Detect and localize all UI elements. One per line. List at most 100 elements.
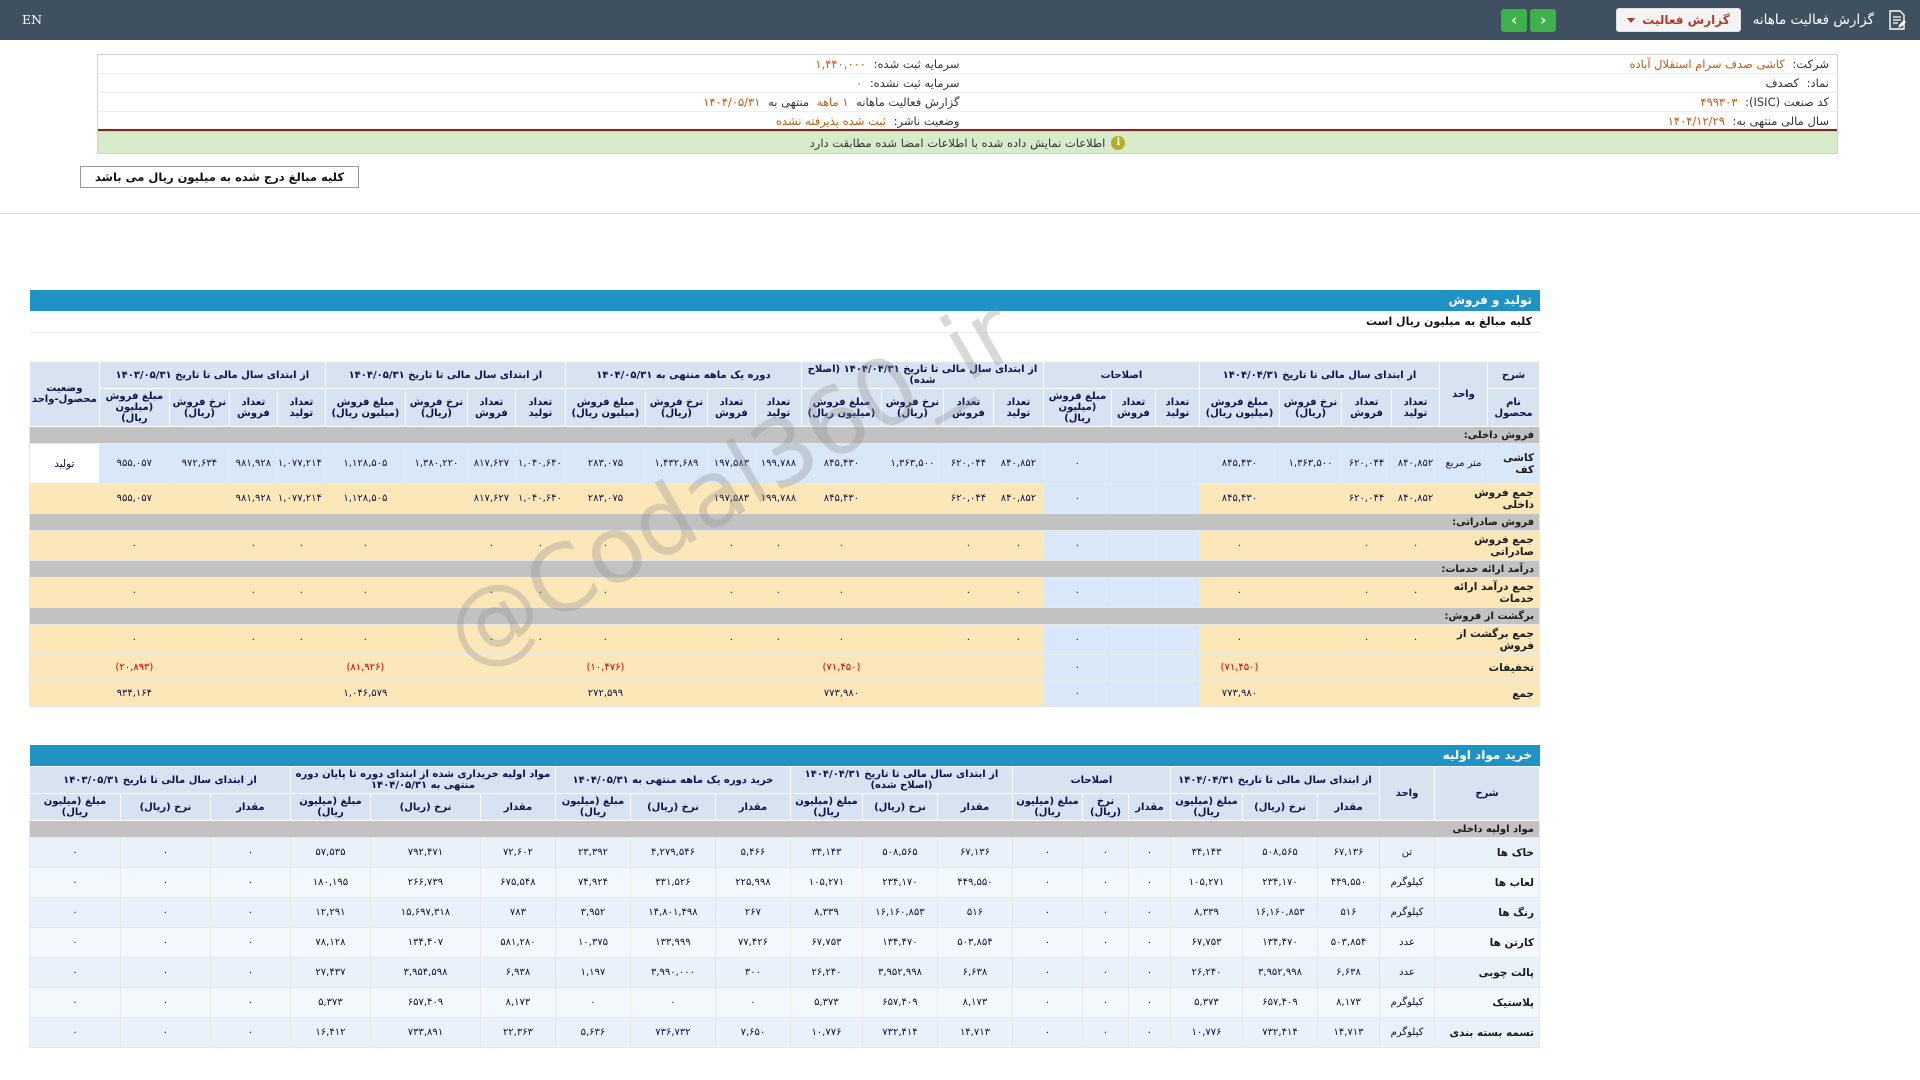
cell: ۰ bbox=[210, 928, 290, 958]
row-unit: کیلوگرم bbox=[1380, 1018, 1435, 1048]
cell bbox=[1111, 655, 1155, 681]
cell: ۰ bbox=[1128, 928, 1170, 958]
cell: ۳,۹۵۲,۹۹۸ bbox=[1243, 958, 1318, 988]
cell: ۰ bbox=[210, 868, 290, 898]
topbar: گزارش فعالیت ماهانه گزارش فعالیت ‹ › EN bbox=[0, 0, 1920, 40]
cell: ۰ bbox=[1128, 958, 1170, 988]
cell bbox=[1280, 625, 1342, 655]
cell bbox=[277, 681, 325, 707]
cell bbox=[943, 655, 993, 681]
cell bbox=[405, 681, 467, 707]
status-cell bbox=[29, 655, 99, 681]
fiscal-year-value: ۱۴۰۴/۱۲/۲۹ bbox=[1668, 114, 1725, 128]
cell bbox=[1280, 578, 1342, 608]
cell: ۰ bbox=[1392, 625, 1440, 655]
amounts-note: کلیه مبالغ درج شده به میلیون ریال می باش… bbox=[80, 166, 359, 188]
cell: ۱۲,۲۹۱ bbox=[290, 898, 370, 928]
header-row: نام محصولتعداد تولیدتعداد فروشنرخ فروش (… bbox=[29, 389, 1539, 427]
cell bbox=[1155, 578, 1199, 608]
cell bbox=[881, 531, 943, 561]
cell: ۰ bbox=[120, 958, 210, 988]
cell: ۸۴۰,۸۵۲ bbox=[993, 444, 1043, 484]
section-row: مواد اولیه داخلی bbox=[29, 821, 1539, 838]
cell: ۲۳,۳۹۲ bbox=[555, 838, 630, 868]
section-cell: برگشت از فروش: bbox=[29, 608, 1539, 625]
report-nav: ‹ › bbox=[1501, 9, 1556, 32]
cell: ۳,۹۹۰,۰۰۰ bbox=[630, 958, 715, 988]
cell bbox=[993, 655, 1043, 681]
column-group-header: از ابتدای سال مالی تا تاریخ ۱۴۰۴/۰۴/۳۱ bbox=[1199, 362, 1439, 389]
cell: ۰ bbox=[1128, 1018, 1170, 1048]
column-header: تعداد تولید bbox=[755, 389, 801, 427]
cell: ۳,۹۵۲,۹۹۸ bbox=[862, 958, 937, 988]
column-header: تعداد فروش bbox=[1342, 389, 1392, 427]
column-header: نرخ فروش (ریال) bbox=[881, 389, 943, 427]
column-header: تعداد تولید bbox=[993, 389, 1043, 427]
cell: ۰ bbox=[1043, 681, 1111, 707]
header-row: شرکت: کاشی صدف سرام استقلال آباده سرمایه… bbox=[98, 55, 1837, 74]
cell bbox=[1392, 655, 1440, 681]
prev-report-button[interactable]: › bbox=[1501, 9, 1527, 32]
cell bbox=[169, 625, 229, 655]
language-switch-link[interactable]: EN bbox=[22, 12, 42, 27]
signed-notice-text: اطلاعات نمایش داده شده با اطلاعات امضا ش… bbox=[810, 136, 1106, 150]
row-label: لعاب ها bbox=[1435, 868, 1540, 898]
cell: ۰ bbox=[1082, 868, 1128, 898]
table-row: رنگ هاکیلوگرم۵۱۶۱۶,۱۶۰,۸۵۳۸,۳۳۹۰۰۰۵۱۶۱۶,… bbox=[29, 898, 1539, 928]
cell: ۳۳۱,۵۲۶ bbox=[630, 868, 715, 898]
cell bbox=[645, 578, 707, 608]
cell bbox=[755, 655, 801, 681]
cell bbox=[645, 484, 707, 514]
cell bbox=[1111, 625, 1155, 655]
cell: ۰ bbox=[210, 1018, 290, 1048]
cell: ۶۵۷,۴۰۹ bbox=[1243, 988, 1318, 1018]
cell bbox=[1280, 655, 1342, 681]
cell: ۶۷,۱۳۶ bbox=[937, 838, 1012, 868]
cell: ۹۳۴,۱۶۴ bbox=[99, 681, 169, 707]
column-header: تعداد فروش bbox=[229, 389, 277, 427]
cell: ۰ bbox=[565, 578, 645, 608]
report-type-button[interactable]: گزارش فعالیت bbox=[1616, 8, 1740, 32]
section-label: درآمد ارائه خدمات: bbox=[1441, 564, 1536, 575]
cell: ۰ bbox=[1012, 928, 1082, 958]
table-head: شرحواحداز ابتدای سال مالی تا تاریخ ۱۴۰۴/… bbox=[29, 767, 1539, 821]
page-title: گزارش فعالیت ماهانه bbox=[1753, 12, 1874, 28]
cell bbox=[405, 531, 467, 561]
cell: ۰ bbox=[29, 1018, 120, 1048]
cell: ۱۴,۷۱۳ bbox=[1318, 1018, 1380, 1048]
cell: ۶۷۵,۵۴۸ bbox=[480, 868, 555, 898]
section-cell: فروش داخلی: bbox=[29, 427, 1539, 444]
cell bbox=[1155, 484, 1199, 514]
row-label: پلاستیک bbox=[1435, 988, 1540, 1018]
next-report-button[interactable]: ‹ bbox=[1530, 9, 1556, 32]
column-header: مقدار bbox=[480, 794, 555, 821]
cell bbox=[405, 625, 467, 655]
cell: ۰ bbox=[1342, 578, 1392, 608]
cell: ۱۰,۷۷۶ bbox=[790, 1018, 862, 1048]
cell: ۲۶,۲۴۰ bbox=[1170, 958, 1242, 988]
header-row: سال مالی منتهی به: ۱۴۰۴/۱۲/۲۹ وضعیت ناشر… bbox=[98, 112, 1837, 131]
issuer-status-value: ثبت شده پذیرفته نشده bbox=[776, 114, 886, 128]
period-label: گزارش فعالیت ماهانه bbox=[856, 95, 959, 109]
cell: ۸۴۵,۴۳۰ bbox=[801, 444, 881, 484]
cell: ۰ bbox=[99, 625, 169, 655]
column-group-header: اصلاحات bbox=[1043, 362, 1199, 389]
cell: ۰ bbox=[325, 625, 405, 655]
cell: ۸۴۵,۴۳۰ bbox=[1199, 444, 1279, 484]
chevron-down-icon bbox=[1627, 18, 1635, 23]
column-header: مقدار bbox=[937, 794, 1012, 821]
cell: ۱۴,۷۱۳ bbox=[937, 1018, 1012, 1048]
cell: ۰ bbox=[1342, 625, 1392, 655]
raw-materials-table: شرحواحداز ابتدای سال مالی تا تاریخ ۱۴۰۴/… bbox=[29, 766, 1540, 1048]
column-header: تعداد فروش bbox=[467, 389, 515, 427]
cell: ۳,۹۵۲ bbox=[555, 898, 630, 928]
cell: ۱۶,۱۶۰,۸۵۳ bbox=[862, 898, 937, 928]
cell bbox=[1111, 484, 1155, 514]
cell bbox=[1111, 444, 1155, 484]
cell bbox=[405, 655, 467, 681]
cell: ۴۴۹,۵۵۰ bbox=[1318, 868, 1380, 898]
status-cell: تولید bbox=[29, 444, 99, 484]
materials-section-title: خرید مواد اولیه bbox=[30, 745, 1540, 766]
cell: ۴۴۹,۵۵۰ bbox=[937, 868, 1012, 898]
cell: ۰ bbox=[325, 578, 405, 608]
